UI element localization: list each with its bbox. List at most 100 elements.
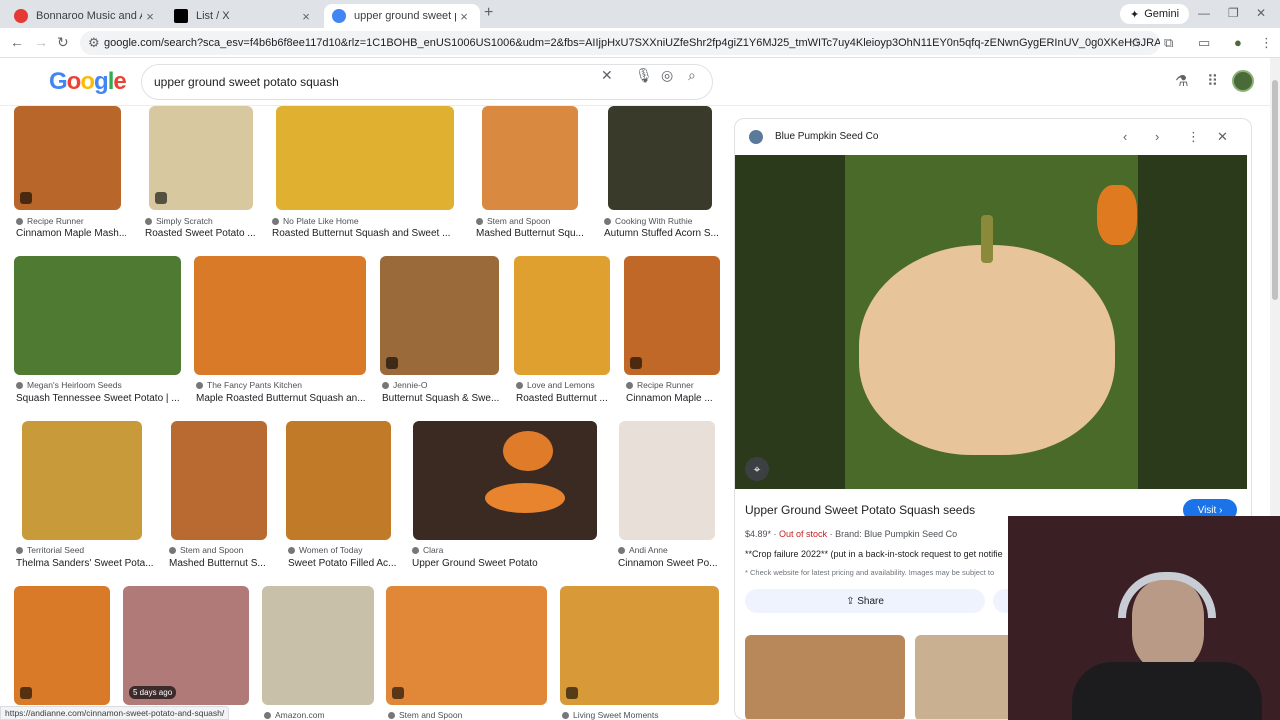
result-thumbnail[interactable] — [514, 256, 610, 375]
image-result[interactable]: Stem and Spoon Mashed Butternut Squ... — [474, 106, 586, 242]
account-avatar[interactable] — [1232, 70, 1254, 92]
result-title[interactable]: Roasted Butternut Squash and Sweet ... — [272, 228, 460, 239]
result-thumbnail[interactable] — [149, 106, 253, 210]
profile-icon[interactable]: ● — [1234, 35, 1242, 50]
back-icon[interactable]: ← — [10, 34, 24, 50]
result-thumbnail[interactable] — [560, 586, 719, 705]
result-thumbnail[interactable] — [262, 586, 374, 705]
close-tab-icon[interactable]: × — [456, 9, 472, 24]
search-icon[interactable]: ⌕ — [688, 67, 696, 84]
panel-site-name[interactable]: Blue Pumpkin Seed Co — [775, 131, 878, 142]
new-tab-icon[interactable]: + — [484, 4, 493, 22]
google-logo[interactable]: Google — [49, 68, 127, 96]
close-window-icon[interactable]: ✕ — [1256, 6, 1266, 20]
result-title[interactable]: Roasted Butternut ... — [516, 393, 612, 404]
result-source: The Fancy Pants Kitchen — [196, 380, 368, 390]
clear-icon[interactable]: ✕ — [601, 67, 613, 84]
result-thumbnail[interactable] — [608, 106, 712, 210]
image-result[interactable]: Simply Scratch Roasted Sweet Potato ... — [143, 106, 257, 242]
image-result[interactable]: Stem and Spoon — [386, 586, 548, 720]
labs-flask-icon[interactable]: ⚗ — [1175, 72, 1188, 90]
result-thumbnail[interactable] — [171, 421, 267, 540]
image-result[interactable]: Clara Upper Ground Sweet Potato — [410, 421, 600, 575]
scrollbar-thumb[interactable] — [1272, 80, 1278, 300]
result-title[interactable]: Upper Ground Sweet Potato — [412, 558, 600, 569]
result-title[interactable]: Butternut Squash & Swe... — [382, 393, 502, 404]
image-result[interactable]: The Fancy Pants Kitchen Maple Roasted Bu… — [194, 256, 368, 410]
result-thumbnail[interactable] — [482, 106, 578, 210]
result-title[interactable]: Cinnamon Maple ... — [626, 393, 720, 404]
tab-google-search[interactable]: upper ground sweet potato squ × — [324, 4, 480, 28]
result-title[interactable]: Cinnamon Maple Mash... — [16, 228, 126, 239]
reload-icon[interactable]: ↻ — [57, 34, 69, 51]
image-result[interactable]: 5 days ago — [123, 586, 251, 720]
image-result[interactable]: Andi Anne Cinnamon Sweet Po... — [616, 421, 720, 575]
image-result[interactable]: Megan's Heirloom Seeds Squash Tennessee … — [14, 256, 182, 410]
restore-icon[interactable]: ❐ — [1228, 6, 1239, 20]
extensions-icon[interactable]: ⧉ — [1164, 35, 1173, 51]
camera-lens-icon[interactable]: ◎ — [661, 67, 673, 84]
gemini-label: Gemini — [1144, 8, 1180, 20]
image-result[interactable]: Living Sweet Moments — [560, 586, 720, 720]
result-title[interactable]: Autumn Stuffed Acorn S... — [604, 228, 720, 239]
image-result[interactable]: Stem and Spoon Mashed Butternut S... — [167, 421, 271, 575]
result-title[interactable]: Roasted Sweet Potato ... — [145, 228, 257, 239]
result-title[interactable]: Mashed Butternut S... — [169, 558, 271, 569]
forward-icon[interactable]: → — [34, 34, 48, 50]
google-lens-icon[interactable]: ⌖ — [745, 457, 769, 481]
result-thumbnail[interactable] — [386, 586, 547, 705]
image-result[interactable]: Recipe Runner Cinnamon Maple ... — [624, 256, 720, 410]
close-tab-icon[interactable]: × — [298, 9, 314, 24]
related-image[interactable] — [915, 635, 1015, 719]
image-result[interactable]: Amazon.com — [262, 586, 376, 720]
result-thumbnail[interactable] — [413, 421, 597, 540]
preview-image[interactable] — [735, 155, 1247, 489]
image-result[interactable]: Love and Lemons Roasted Butternut ... — [514, 256, 612, 410]
image-result[interactable] — [14, 586, 112, 720]
result-thumbnail[interactable] — [14, 256, 181, 375]
share-button[interactable]: ⇪ Share — [745, 589, 985, 613]
result-title[interactable]: Thelma Sanders' Sweet Pota... — [16, 558, 154, 569]
result-thumbnail[interactable] — [380, 256, 499, 375]
minimize-icon[interactable]: — — [1198, 6, 1210, 20]
result-source: Stem and Spoon — [169, 545, 271, 555]
image-result[interactable]: Jennie-O Butternut Squash & Swe... — [380, 256, 502, 410]
menu-icon[interactable]: ⋮ — [1260, 35, 1273, 51]
apps-grid-icon[interactable]: ⠿ — [1207, 72, 1218, 90]
previous-icon[interactable]: ‹ — [1123, 129, 1127, 144]
image-result[interactable]: Women of Today Sweet Potato Filled Ac... — [286, 421, 398, 575]
site-info-icon[interactable]: ⚙ — [88, 35, 100, 51]
image-result[interactable]: Territorial Seed Thelma Sanders' Sweet P… — [14, 421, 154, 575]
next-icon[interactable]: › — [1155, 129, 1159, 144]
side-panel-icon[interactable]: ▭ — [1198, 35, 1210, 51]
result-thumbnail[interactable]: 5 days ago — [123, 586, 249, 705]
search-input[interactable]: upper ground sweet potato squash — [141, 64, 713, 100]
result-thumbnail[interactable] — [22, 421, 142, 540]
result-title[interactable]: Mashed Butternut Squ... — [476, 228, 586, 239]
more-options-icon[interactable]: ⋮ — [1187, 129, 1200, 145]
result-thumbnail[interactable] — [276, 106, 454, 210]
result-title[interactable]: Maple Roasted Butternut Squash an... — [196, 393, 368, 404]
tab-bonnaroo[interactable]: Bonnaroo Music and Arts Festiv × — [6, 4, 166, 28]
image-result[interactable]: No Plate Like Home Roasted Butternut Squ… — [270, 106, 460, 242]
result-thumbnail[interactable] — [14, 586, 110, 705]
result-thumbnail[interactable] — [14, 106, 121, 210]
tab-list-x[interactable]: List / X × — [166, 4, 322, 28]
image-result[interactable]: Cooking With Ruthie Autumn Stuffed Acorn… — [602, 106, 720, 242]
address-bar[interactable]: google.com/search?sca_esv=f4b6b6f8ee117d… — [80, 31, 1160, 55]
result-thumbnail[interactable] — [624, 256, 720, 375]
result-thumbnail[interactable] — [194, 256, 366, 375]
result-thumbnail[interactable] — [619, 421, 715, 540]
result-title[interactable]: Squash Tennessee Sweet Potato | ... — [16, 393, 182, 404]
image-result[interactable]: Recipe Runner Cinnamon Maple Mash... — [14, 106, 126, 242]
gemini-button[interactable]: ✦ Gemini — [1120, 4, 1190, 24]
bookmark-star-icon[interactable]: ☆ — [1130, 35, 1142, 51]
microphone-icon[interactable]: 🎙 — [635, 67, 653, 84]
result-title[interactable]: Cinnamon Sweet Po... — [618, 558, 720, 569]
close-tab-icon[interactable]: × — [142, 9, 158, 24]
result-title[interactable]: Sweet Potato Filled Ac... — [288, 558, 398, 569]
close-panel-icon[interactable]: ✕ — [1217, 129, 1228, 145]
related-image[interactable] — [745, 635, 905, 719]
product-title[interactable]: Upper Ground Sweet Potato Squash seeds — [745, 503, 975, 517]
result-thumbnail[interactable] — [286, 421, 391, 540]
